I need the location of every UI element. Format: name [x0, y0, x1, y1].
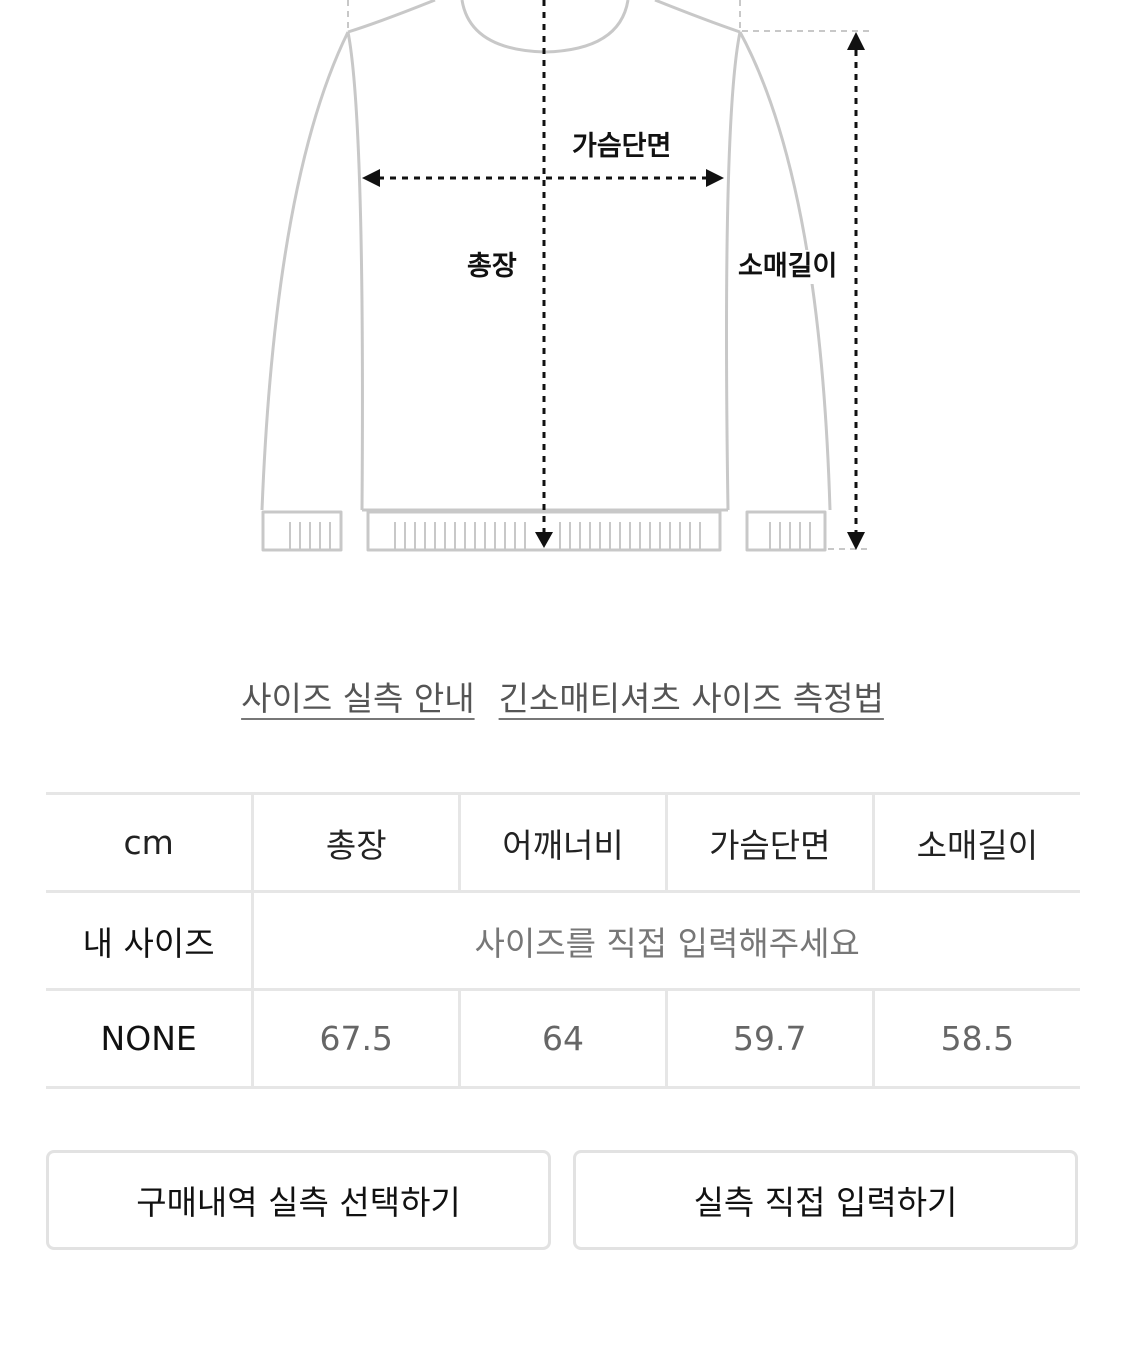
chest-width-label: 가슴단면: [570, 130, 674, 164]
my-size-input-prompt[interactable]: 사이즈를 직접 입력해주세요: [251, 890, 1080, 991]
my-size-row: 내 사이즈 사이즈를 직접 입력해주세요: [46, 890, 1080, 991]
header-chest-width: 가슴단면: [664, 792, 874, 893]
header-sleeve-length: 소매길이: [871, 792, 1080, 893]
value-chest-width: 59.7: [664, 988, 874, 1089]
size-guide-links: 사이즈 실측 안내 긴소매티셔츠 사이즈 측정법: [0, 672, 1125, 720]
total-length-label: 총장: [465, 250, 519, 284]
value-total-length: 67.5: [251, 988, 460, 1089]
value-shoulder-width: 64: [458, 988, 667, 1089]
sweatshirt-outline-illustration: [260, 0, 872, 552]
header-shoulder-width: 어깨너비: [458, 792, 667, 893]
purchase-history-measure-button[interactable]: 구매내역 실측 선택하기: [46, 1150, 551, 1250]
size-table: cm 총장 어깨너비 가슴단면 소매길이 내 사이즈 사이즈를 직접 입력해주세…: [46, 792, 1080, 1089]
garment-size-diagram: 가슴단면 총장 소매길이: [0, 0, 1125, 600]
header-unit: cm: [46, 792, 253, 893]
size-guide-link[interactable]: 사이즈 실측 안내: [241, 672, 475, 720]
my-size-label: 내 사이즈: [46, 890, 253, 991]
header-total-length: 총장: [251, 792, 460, 893]
table-row: NONE 67.5 64 59.7 58.5: [46, 988, 1080, 1089]
table-header-row: cm 총장 어깨너비 가슴단면 소매길이: [46, 792, 1080, 893]
manual-measure-input-button[interactable]: 실측 직접 입력하기: [573, 1150, 1078, 1250]
value-sleeve-length: 58.5: [871, 988, 1080, 1089]
sleeve-length-label: 소매길이: [736, 250, 840, 284]
measure-method-link[interactable]: 긴소매티셔츠 사이즈 측정법: [499, 672, 884, 720]
size-label: NONE: [46, 988, 253, 1089]
